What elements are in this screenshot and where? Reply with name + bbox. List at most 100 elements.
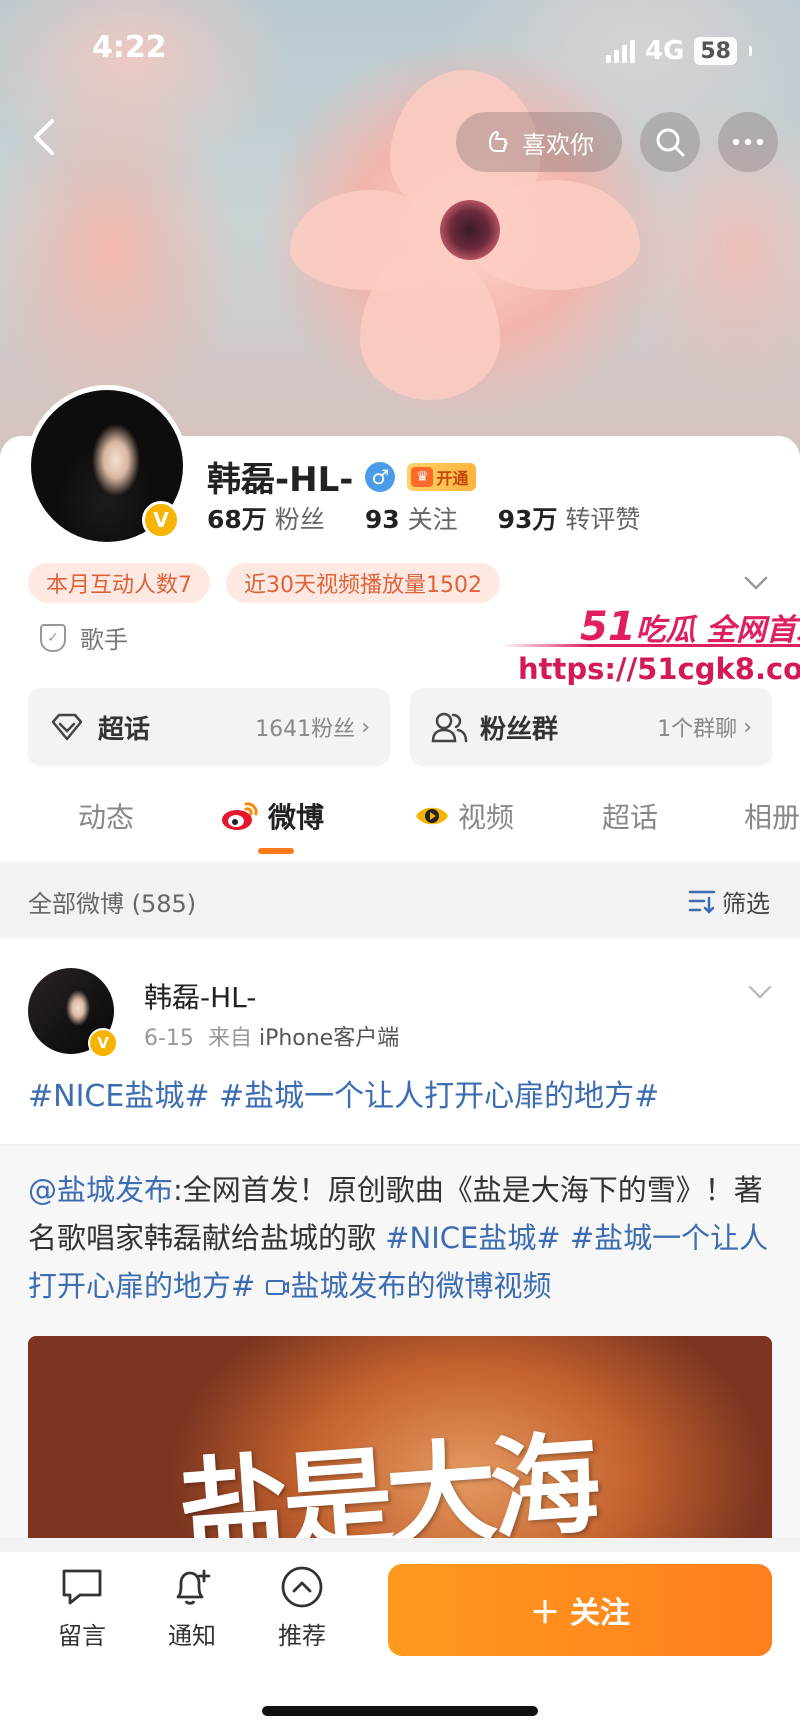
tab-feed[interactable]: 动态 bbox=[78, 796, 134, 836]
battery-tip bbox=[749, 46, 752, 56]
profile-tabs: 动态 微博 视频 超话 相册 bbox=[0, 780, 800, 862]
chevron-left-icon bbox=[34, 119, 54, 155]
active-tab-indicator bbox=[258, 848, 294, 854]
tab-super-topic[interactable]: 超话 bbox=[602, 796, 658, 836]
stat-number: 68万 bbox=[207, 505, 267, 534]
crown-icon: ♛ bbox=[411, 466, 434, 487]
chevron-right-icon: › bbox=[743, 714, 752, 740]
tag-monthly-interactions[interactable]: 本月互动人数7 bbox=[28, 563, 210, 603]
retweet-text: @盐城发布:全网首发！原创歌曲《盐是大海下的雪》！著名歌唱家韩磊献给盐城的歌 #… bbox=[28, 1166, 774, 1310]
tab-weibo[interactable]: 微博 bbox=[220, 796, 324, 836]
tab-label: 动态 bbox=[78, 801, 135, 834]
diamond-icon bbox=[48, 708, 86, 746]
battery-icon: 58 bbox=[694, 37, 737, 65]
profile-avatar[interactable]: V bbox=[26, 385, 188, 547]
super-topic-label: 超话 bbox=[98, 714, 151, 745]
tab-video[interactable]: 视频 bbox=[414, 796, 514, 836]
weibo-count: 全部微博 (585) bbox=[28, 889, 197, 918]
bell-plus-icon bbox=[169, 1564, 215, 1610]
shield-check-icon: ✓ bbox=[40, 623, 66, 652]
stat-following[interactable]: 93 关注 bbox=[365, 500, 458, 536]
identity-row: ✓ 歌手 bbox=[40, 620, 128, 655]
comment-button[interactable]: 留言 bbox=[42, 1564, 122, 1651]
status-bar: 4:22 4G 58 bbox=[0, 28, 800, 78]
retweet-mention[interactable]: @盐城发布 bbox=[28, 1173, 173, 1207]
fan-group-count: 1个群聊 bbox=[657, 717, 738, 742]
follow-label: 关注 bbox=[570, 1596, 630, 1631]
post-date: 6-15 bbox=[144, 1026, 194, 1051]
more-button[interactable] bbox=[718, 112, 778, 172]
bottom-action-bar: 留言 通知 推荐 ＋ 关注 bbox=[0, 1552, 800, 1732]
follow-button[interactable]: ＋ 关注 bbox=[388, 1564, 772, 1656]
stat-followers[interactable]: 68万 粉丝 bbox=[207, 500, 325, 536]
super-topic-button[interactable]: 超话 1641粉丝 › bbox=[28, 688, 390, 766]
fan-group-meta: 1个群聊 › bbox=[657, 711, 752, 743]
retweeted-post[interactable]: @盐城发布:全网首发！原创歌曲《盐是大海下的雪》！著名歌唱家韩磊献给盐城的歌 #… bbox=[0, 1146, 800, 1538]
post-meta: 6-15 来自 iPhone客户端 bbox=[144, 1020, 399, 1052]
profile-name-row: 韩磊-HL- ♂ ♛ 开通 bbox=[207, 452, 477, 501]
expand-tags-button[interactable] bbox=[744, 568, 768, 596]
like-you-label: 喜欢你 bbox=[522, 130, 594, 159]
stat-label: 转评赞 bbox=[565, 505, 641, 534]
video-thumbnail[interactable]: 盐是大海 bbox=[28, 1336, 772, 1538]
video-link-icon bbox=[265, 1280, 289, 1295]
search-icon bbox=[656, 128, 685, 157]
chevron-down-icon bbox=[744, 576, 768, 590]
weibo-logo-icon bbox=[222, 802, 258, 830]
super-topic-meta: 1641粉丝 › bbox=[255, 711, 370, 743]
search-button[interactable] bbox=[640, 112, 700, 172]
video-link[interactable]: 盐城发布的微博视频 bbox=[265, 1269, 552, 1303]
video-eye-icon bbox=[416, 807, 448, 825]
like-you-button[interactable]: 喜欢你 bbox=[456, 112, 622, 172]
tab-label: 视频 bbox=[458, 801, 515, 834]
hand-heart-icon bbox=[488, 130, 508, 152]
recommend-button[interactable]: 推荐 bbox=[262, 1564, 342, 1651]
filter-label: 筛选 bbox=[722, 889, 770, 918]
flower-center bbox=[440, 200, 500, 260]
filter-button[interactable]: 筛选 bbox=[688, 884, 770, 919]
status-time: 4:22 bbox=[92, 30, 167, 65]
male-icon: ♂ bbox=[365, 461, 396, 492]
vip-open-label: 开通 bbox=[436, 468, 469, 488]
post-source-prefix: 来自 bbox=[207, 1026, 252, 1051]
chevron-up-circle-icon bbox=[279, 1564, 325, 1610]
video-title-art: 盐是大海 bbox=[174, 1418, 599, 1538]
notify-button[interactable]: 通知 bbox=[152, 1564, 232, 1651]
plus-icon: ＋ bbox=[530, 1596, 560, 1631]
group-icon bbox=[430, 708, 468, 746]
tag-video-plays[interactable]: 近30天视频播放量1502 bbox=[226, 563, 500, 603]
tab-album[interactable]: 相册 bbox=[744, 796, 800, 836]
network-label: 4G bbox=[644, 36, 685, 66]
chevron-down-icon bbox=[748, 985, 772, 999]
status-indicators: 4G 58 bbox=[605, 36, 752, 66]
stat-number: 93万 bbox=[497, 505, 558, 534]
verified-badge-icon: V bbox=[142, 501, 180, 539]
signal-icon bbox=[605, 39, 635, 63]
chevron-right-icon: › bbox=[361, 714, 370, 740]
message-icon bbox=[59, 1564, 105, 1610]
weibo-post[interactable]: V 韩磊-HL- 6-15 来自 iPhone客户端 #NICE盐城# #盐城一… bbox=[0, 938, 800, 1538]
post-author-name[interactable]: 韩磊-HL- bbox=[144, 976, 256, 1016]
comment-label: 留言 bbox=[58, 1622, 106, 1650]
tab-label: 微博 bbox=[268, 801, 325, 834]
back-button[interactable] bbox=[18, 112, 68, 162]
stat-number: 93 bbox=[364, 505, 400, 534]
profile-stats: 68万 粉丝 93 关注 93万 转评赞 bbox=[207, 500, 640, 536]
filter-bar: 全部微博 (585) 筛选 bbox=[0, 868, 800, 934]
super-topic-count: 1641粉丝 bbox=[255, 717, 356, 742]
more-icon bbox=[732, 138, 764, 146]
profile-name: 韩磊-HL- bbox=[207, 460, 354, 500]
vip-open-badge[interactable]: ♛ 开通 bbox=[407, 462, 477, 491]
stat-reposts-likes[interactable]: 93万 转评赞 bbox=[498, 500, 641, 536]
filter-icon bbox=[688, 890, 716, 914]
profile-tags: 本月互动人数7 近30天视频播放量1502 bbox=[28, 563, 500, 603]
post-source: iPhone客户端 bbox=[258, 1026, 400, 1051]
post-menu-button[interactable] bbox=[748, 976, 772, 1006]
post-hashtags[interactable]: #NICE盐城# #盐城一个让人打开心扉的地方# bbox=[28, 1076, 772, 1118]
video-link-label: 盐城发布的微博视频 bbox=[290, 1269, 552, 1303]
fan-group-button[interactable]: 粉丝群 1个群聊 › bbox=[410, 688, 772, 766]
tab-label: 超话 bbox=[602, 801, 659, 834]
recommend-label: 推荐 bbox=[278, 1622, 326, 1650]
watermark-line bbox=[500, 644, 800, 647]
home-indicator[interactable] bbox=[262, 1706, 538, 1716]
